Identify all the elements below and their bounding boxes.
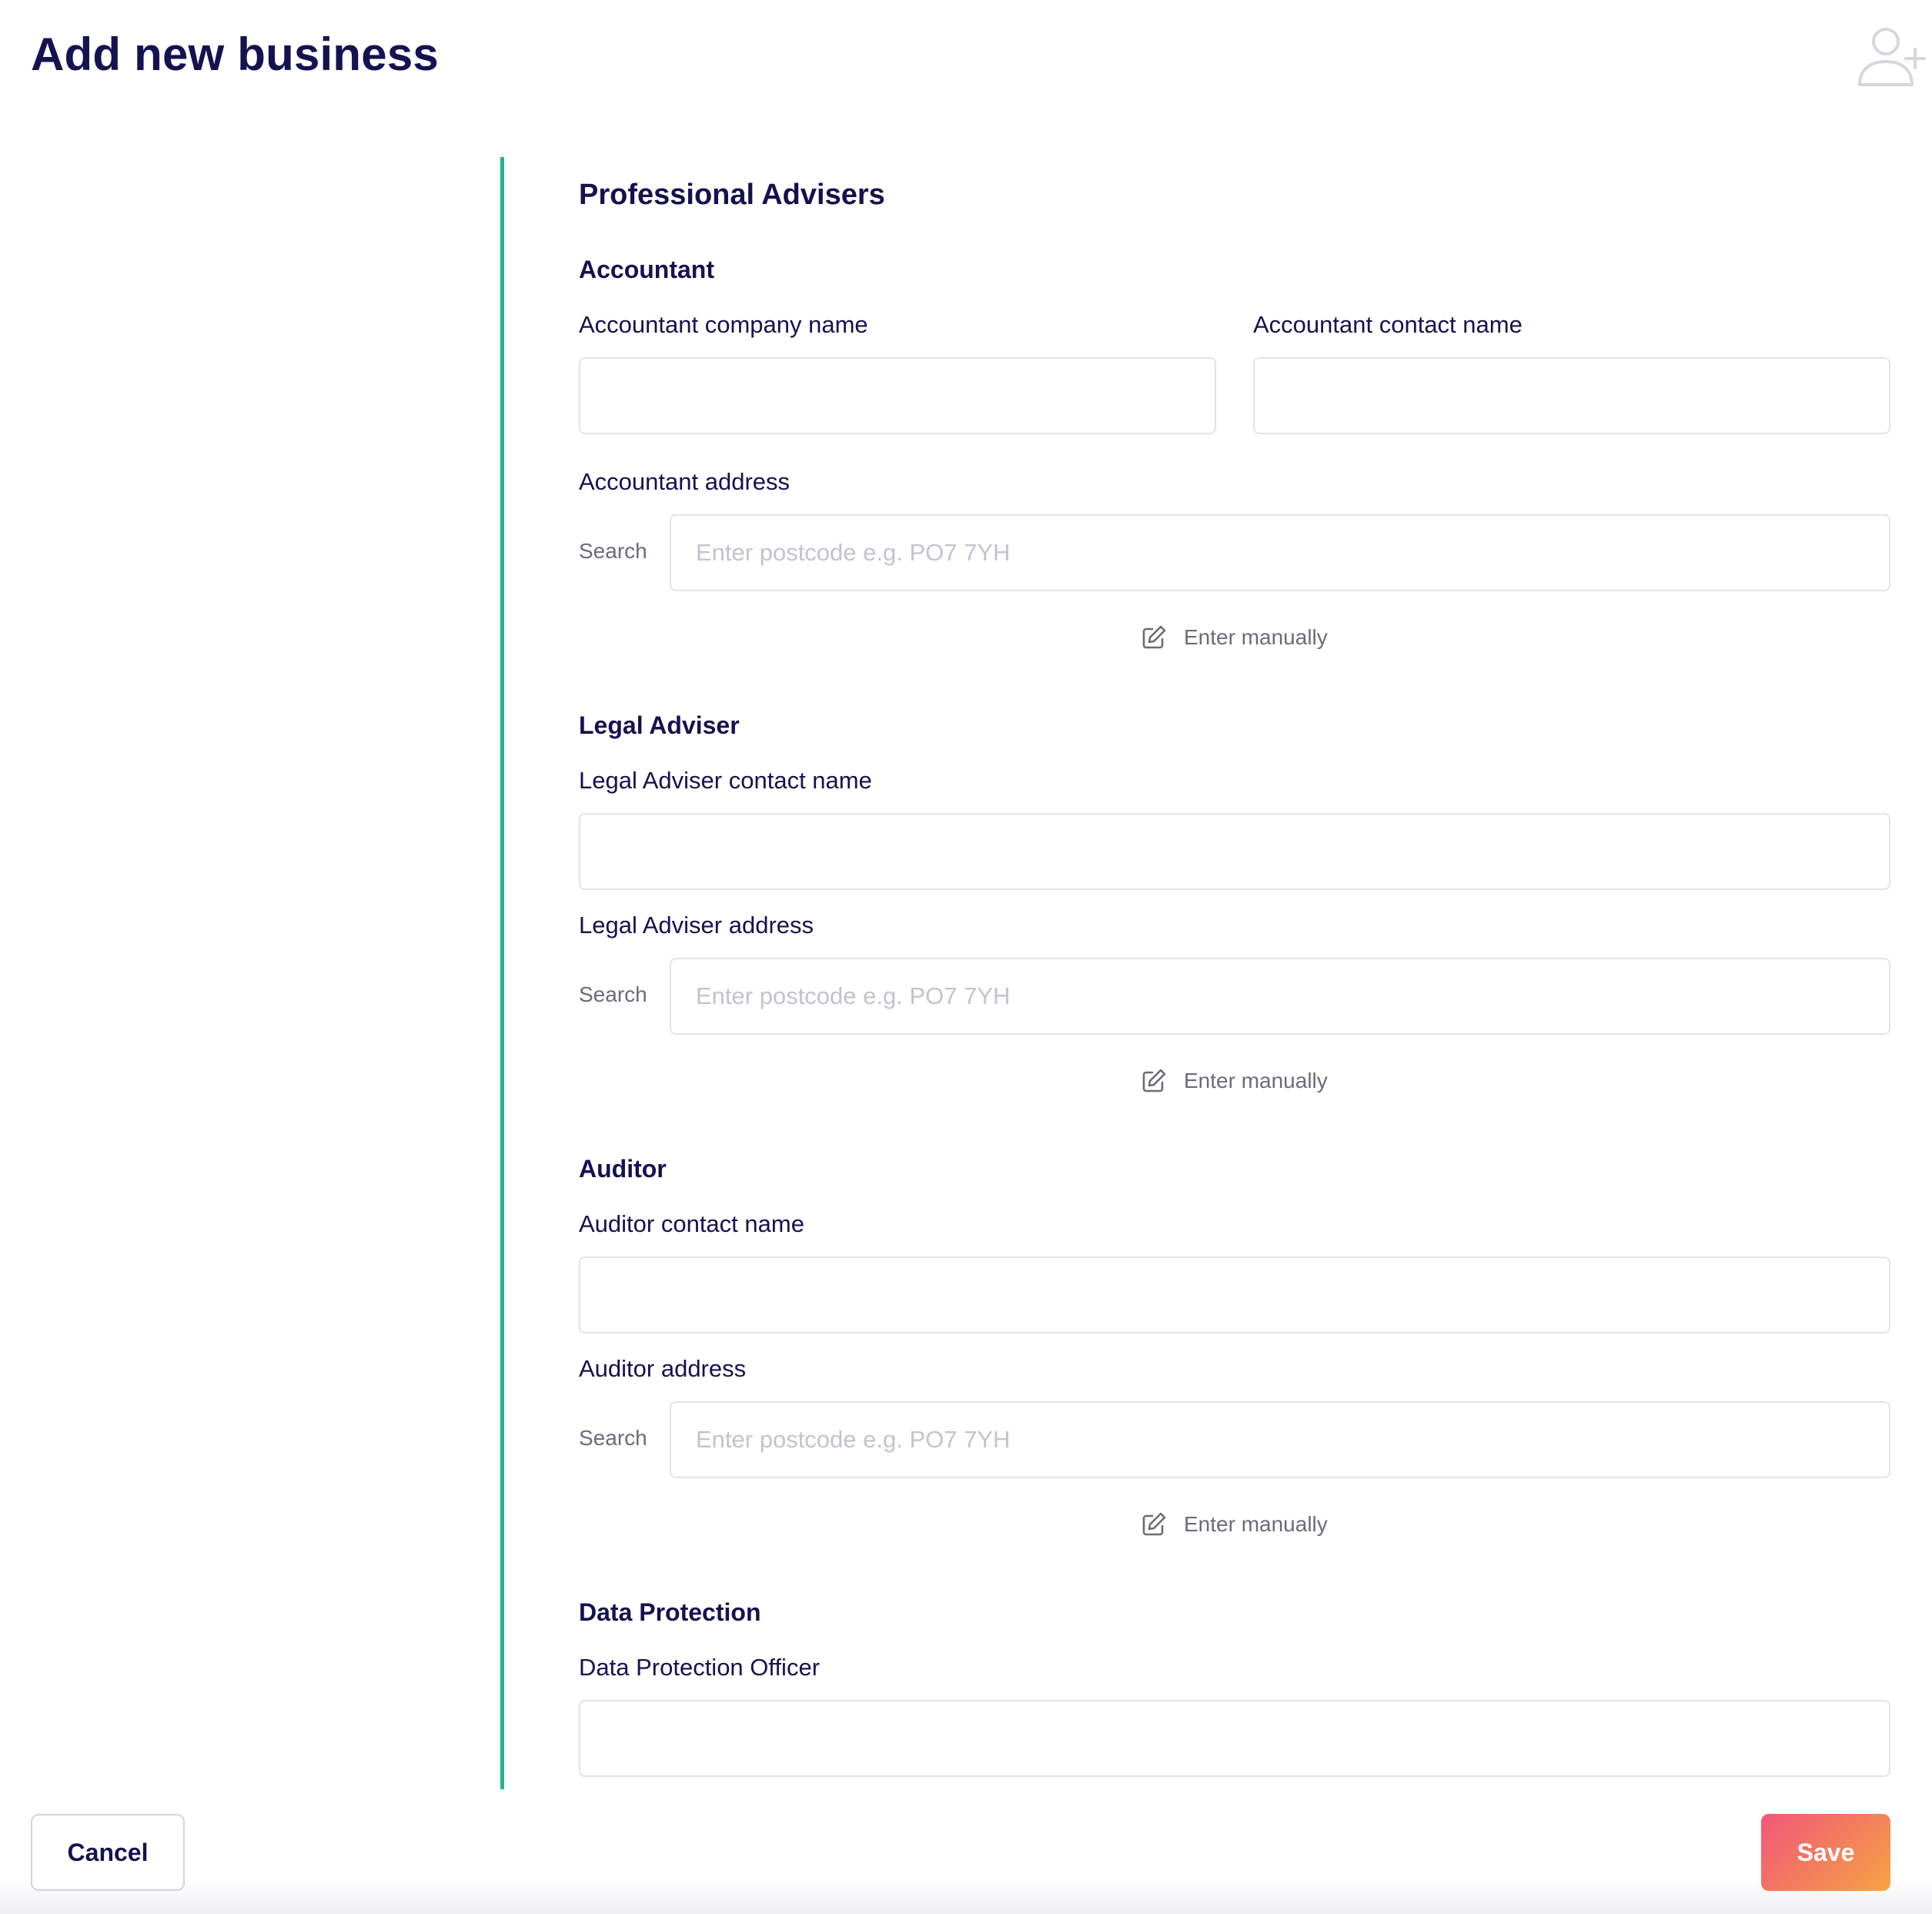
accountant-search-label: Search — [579, 539, 647, 563]
auditor-postcode-search-input[interactable] — [670, 1401, 1890, 1478]
legal-adviser-enter-manually-link[interactable]: Enter manually — [1141, 1066, 1328, 1096]
auditor-heading: Auditor — [579, 1155, 667, 1183]
auditor-address-label: Auditor address — [579, 1355, 747, 1382]
legal-adviser-contact-input[interactable] — [579, 813, 1890, 890]
accountant-enter-manually-link[interactable]: Enter manually — [1141, 622, 1328, 653]
accountant-heading: Accountant — [579, 256, 714, 283]
legal-adviser-address-label: Legal Adviser address — [579, 912, 814, 939]
page-title: Add new business — [31, 28, 439, 80]
enter-manually-label: Enter manually — [1184, 625, 1328, 649]
enter-manually-label: Enter manually — [1184, 1069, 1328, 1093]
user-add-icon — [1858, 28, 1926, 86]
accountant-contact-label: Accountant contact name — [1253, 311, 1523, 338]
legal-adviser-heading: Legal Adviser — [579, 711, 740, 739]
accountant-company-label: Accountant company name — [579, 311, 868, 338]
auditor-search-label: Search — [579, 1426, 647, 1450]
edit-icon — [1142, 1512, 1166, 1536]
accountant-company-input[interactable] — [579, 357, 1216, 434]
auditor-contact-input[interactable] — [579, 1256, 1890, 1333]
accountant-contact-input[interactable] — [1253, 357, 1890, 434]
enter-manually-label: Enter manually — [1184, 1512, 1328, 1536]
legal-adviser-search-label: Search — [579, 982, 647, 1006]
section-accent-rule — [500, 157, 504, 1789]
edit-icon — [1142, 625, 1166, 649]
legal-adviser-contact-label: Legal Adviser contact name — [579, 767, 872, 794]
legal-adviser-postcode-search-input[interactable] — [670, 958, 1890, 1035]
auditor-enter-manually-link[interactable]: Enter manually — [1141, 1509, 1328, 1540]
auditor-contact-label: Auditor contact name — [579, 1210, 804, 1237]
edit-icon — [1142, 1069, 1166, 1093]
section-title: Professional Advisers — [579, 179, 885, 211]
footer-shadow — [0, 1879, 1932, 1914]
data-protection-officer-label: Data Protection Officer — [579, 1654, 821, 1681]
data-protection-heading: Data Protection — [579, 1598, 761, 1626]
data-protection-officer-input[interactable] — [579, 1700, 1890, 1777]
cancel-button[interactable]: Cancel — [31, 1814, 185, 1891]
save-button[interactable]: Save — [1761, 1814, 1890, 1891]
accountant-address-label: Accountant address — [579, 468, 791, 495]
accountant-postcode-search-input[interactable] — [670, 514, 1890, 591]
add-business-page: Add new business Professional Advisers A… — [0, 0, 1932, 1914]
